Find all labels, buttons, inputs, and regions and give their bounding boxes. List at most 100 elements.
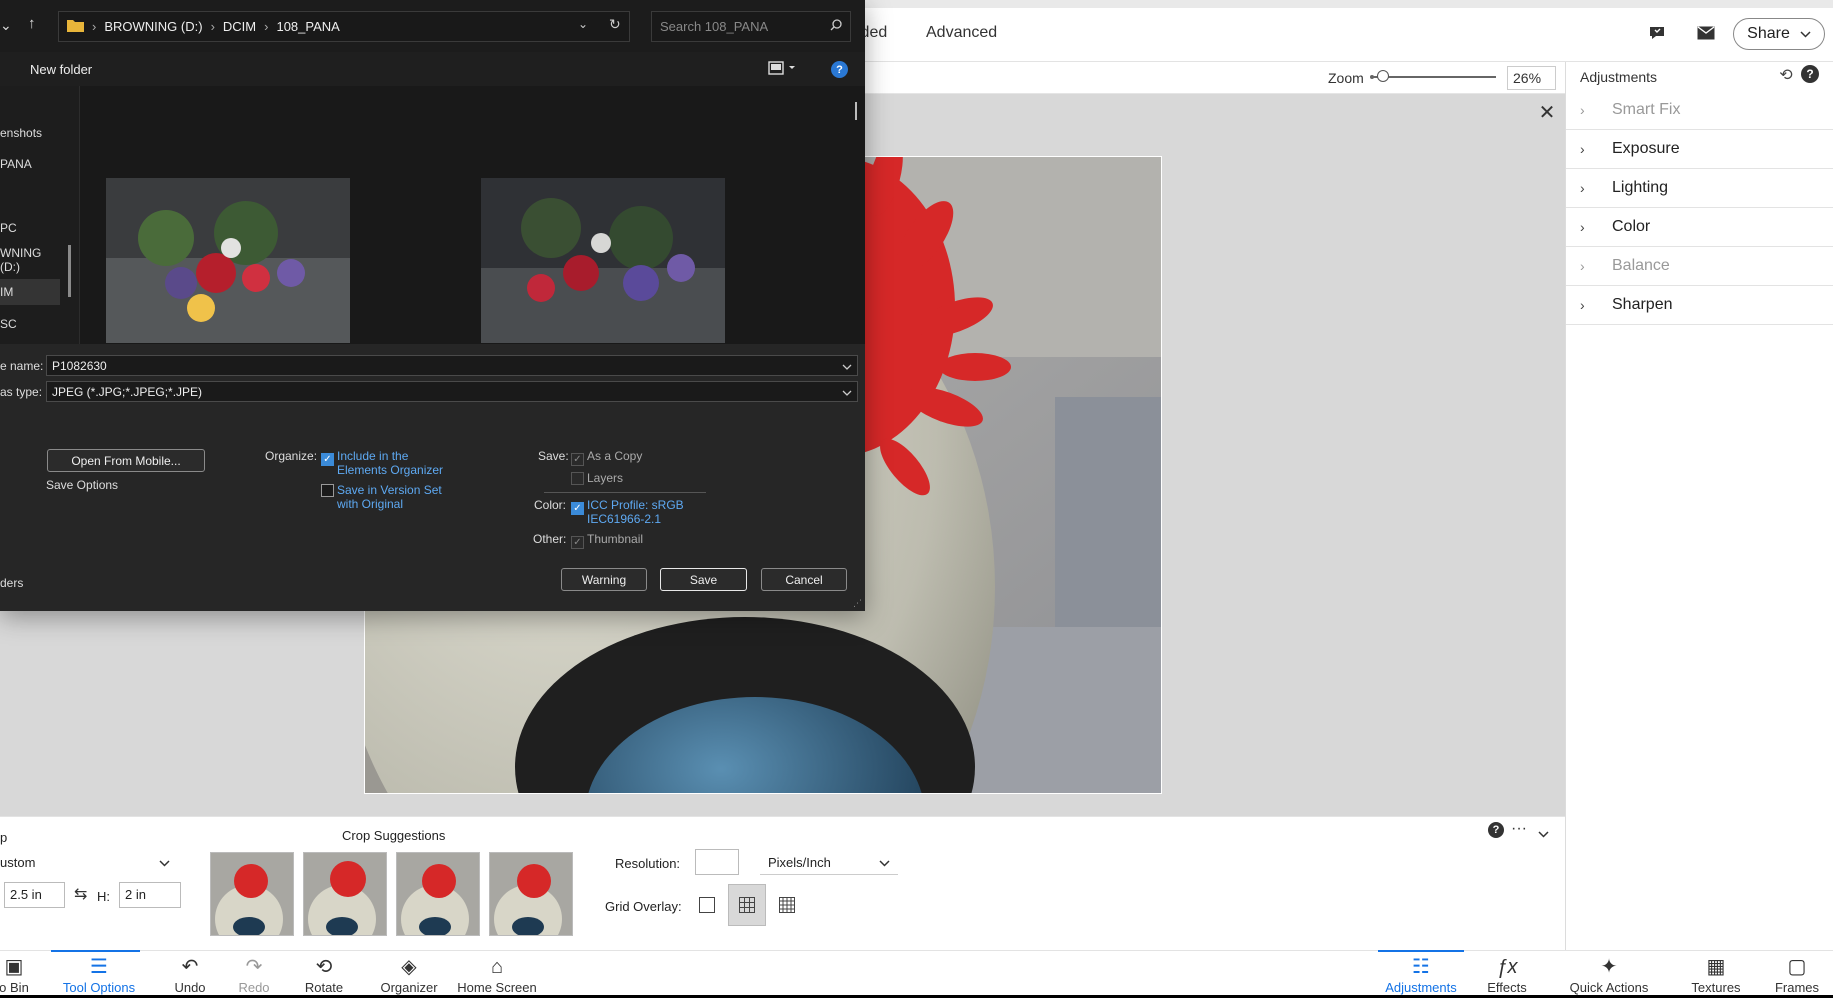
grid-none-icon[interactable] bbox=[688, 884, 726, 926]
effects-icon: ƒx bbox=[1496, 956, 1518, 978]
swap-dimensions-icon[interactable]: ⇆ bbox=[74, 884, 87, 904]
feedback-icon[interactable] bbox=[1646, 22, 1668, 44]
chevron-down-icon[interactable] bbox=[1538, 826, 1549, 841]
redo-button[interactable]: ↷ Redo bbox=[214, 954, 294, 995]
address-bar[interactable]: › BROWNING (D:) › DCIM › 108_PANA bbox=[58, 11, 630, 42]
nav-item-this-pc[interactable]: PC bbox=[0, 215, 60, 241]
other-label: Other: bbox=[533, 532, 567, 546]
as-copy-checkbox[interactable]: ✓ bbox=[571, 450, 584, 466]
crop-suggestions-label: Crop Suggestions bbox=[342, 828, 446, 843]
resolution-unit-dropdown[interactable]: Pixels/Inch bbox=[760, 851, 898, 875]
nav-item-pana[interactable]: PANA bbox=[0, 151, 60, 177]
adjustments-icon: ☷ bbox=[1412, 956, 1430, 978]
width-input[interactable]: 2.5 in bbox=[4, 882, 65, 908]
effects-button[interactable]: ƒx Effects bbox=[1467, 954, 1547, 995]
refresh-icon[interactable]: ↻ bbox=[609, 16, 621, 33]
more-options-icon[interactable]: ··· bbox=[1511, 820, 1527, 838]
adjustment-sharpen[interactable]: › Sharpen bbox=[1566, 286, 1833, 325]
adjustment-color[interactable]: › Color bbox=[1566, 208, 1833, 247]
up-arrow-icon[interactable]: ↑ bbox=[28, 15, 36, 32]
file-list-scrollbar[interactable] bbox=[855, 102, 857, 120]
zoom-value-input[interactable]: 26% bbox=[1507, 66, 1556, 90]
undo-icon: ↶ bbox=[181, 956, 199, 978]
search-icon bbox=[830, 19, 842, 34]
zoom-slider-track[interactable] bbox=[1373, 76, 1496, 78]
browse-folders-label[interactable]: ders bbox=[0, 576, 23, 590]
breadcrumb-separator: › bbox=[92, 19, 97, 34]
quick-actions-button[interactable]: ✦ Quick Actions bbox=[1559, 954, 1659, 995]
layers-checkbox[interactable] bbox=[571, 472, 584, 488]
photo-bin-button[interactable]: ▣ o Bin bbox=[0, 954, 54, 995]
adjustments-button[interactable]: ☷ Adjustments bbox=[1381, 954, 1461, 995]
icc-profile-checkbox[interactable]: ✓ bbox=[571, 499, 584, 515]
frames-button[interactable]: ▢ Frames bbox=[1757, 954, 1833, 995]
zoom-slider-handle[interactable] bbox=[1377, 70, 1389, 82]
breadcrumb-dcim[interactable]: DCIM bbox=[223, 19, 256, 34]
grid-overlay-label: Grid Overlay: bbox=[605, 899, 682, 914]
chevron-down-icon[interactable]: ⌄ bbox=[0, 17, 12, 34]
share-label: Share bbox=[1747, 25, 1790, 42]
height-input[interactable]: 2 in bbox=[119, 882, 181, 908]
file-thumbnail[interactable] bbox=[106, 178, 350, 343]
breadcrumb-folder[interactable]: 108_PANA bbox=[276, 19, 339, 34]
thumbnail-checkbox[interactable]: ✓ bbox=[571, 533, 584, 549]
reset-icon[interactable]: ⟲ bbox=[1775, 64, 1797, 86]
grid-thirds-icon[interactable] bbox=[728, 884, 766, 926]
file-thumbnail[interactable] bbox=[481, 178, 725, 343]
adjustment-exposure[interactable]: › Exposure bbox=[1566, 130, 1833, 169]
include-organizer-label: Include in the Elements Organizer bbox=[337, 449, 444, 477]
help-icon[interactable]: ? bbox=[1488, 822, 1504, 838]
folder-icon bbox=[67, 19, 84, 35]
nav-item-dcim[interactable]: IM bbox=[0, 279, 60, 305]
crop-suggestion-3[interactable] bbox=[396, 852, 480, 936]
tab-advanced[interactable]: Advanced bbox=[926, 24, 997, 42]
organizer-button[interactable]: ◈ Organizer bbox=[369, 954, 449, 995]
home-screen-button[interactable]: ⌂ Home Screen bbox=[452, 954, 542, 995]
crop-preset-dropdown[interactable]: ustom bbox=[0, 850, 176, 874]
divider bbox=[544, 492, 706, 493]
breadcrumb-drive[interactable]: BROWNING (D:) bbox=[104, 19, 202, 34]
close-icon[interactable]: ✕ bbox=[1536, 100, 1558, 125]
address-history-icon[interactable]: ⌄ bbox=[578, 17, 588, 31]
search-input[interactable]: Search 108_PANA bbox=[651, 11, 851, 42]
photo-bin-icon: ▣ bbox=[4, 956, 24, 978]
crop-suggestion-2[interactable] bbox=[303, 852, 387, 936]
cancel-button[interactable]: Cancel bbox=[761, 568, 847, 591]
open-from-mobile-button[interactable]: Open From Mobile... bbox=[47, 449, 205, 472]
chevron-right-icon: › bbox=[1580, 102, 1585, 118]
version-set-checkbox[interactable] bbox=[321, 484, 334, 500]
new-folder-button[interactable]: New folder bbox=[30, 62, 92, 77]
crop-suggestion-4[interactable] bbox=[489, 852, 573, 936]
textures-button[interactable]: ▦ Textures bbox=[1676, 954, 1756, 995]
share-button[interactable]: Share bbox=[1733, 18, 1825, 50]
crop-suggestion-1[interactable] bbox=[210, 852, 294, 936]
save-type-dropdown[interactable]: JPEG (*.JPG;*.JPEG;*.JPE) bbox=[46, 381, 858, 402]
height-label: H: bbox=[97, 889, 110, 904]
adjustment-smart-fix[interactable]: › Smart Fix bbox=[1566, 91, 1833, 130]
file-name-input[interactable]: P1082630 bbox=[46, 355, 858, 376]
resolution-input[interactable] bbox=[695, 849, 739, 875]
help-icon[interactable]: ? bbox=[1801, 65, 1819, 83]
save-options-label: Save Options bbox=[46, 478, 119, 492]
nav-item-browning-drive[interactable]: WNING (D:) bbox=[0, 246, 60, 274]
save-button[interactable]: Save bbox=[660, 568, 747, 591]
grid-fine-icon[interactable] bbox=[768, 884, 806, 926]
rotate-icon: ⟲ bbox=[315, 956, 333, 978]
view-options-icon[interactable] bbox=[768, 61, 798, 78]
nav-scrollbar[interactable] bbox=[68, 245, 71, 297]
breadcrumb-separator: › bbox=[210, 19, 215, 34]
rotate-button[interactable]: ⟲ Rotate bbox=[284, 954, 364, 995]
include-organizer-checkbox[interactable]: ✓ bbox=[321, 450, 334, 466]
zoom-label: Zoom bbox=[1328, 70, 1364, 86]
warning-button[interactable]: Warning bbox=[561, 568, 647, 591]
help-icon[interactable]: ? bbox=[831, 61, 848, 78]
nav-item-screenshots[interactable]: enshots bbox=[0, 120, 60, 146]
tool-options-button[interactable]: ☰ Tool Options bbox=[59, 954, 139, 995]
layers-label: Layers bbox=[587, 471, 624, 485]
mail-icon[interactable] bbox=[1695, 22, 1717, 44]
resize-grip-icon[interactable]: ⋰ bbox=[853, 598, 862, 609]
chevron-right-icon: › bbox=[1580, 141, 1585, 157]
adjustment-balance[interactable]: › Balance bbox=[1566, 247, 1833, 286]
adjustment-lighting[interactable]: › Lighting bbox=[1566, 169, 1833, 208]
nav-item-misc[interactable]: SC bbox=[0, 311, 60, 337]
